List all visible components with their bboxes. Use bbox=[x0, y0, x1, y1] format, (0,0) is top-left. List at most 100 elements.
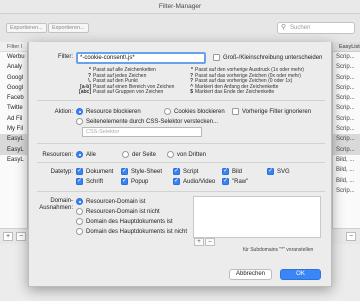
case-sensitive-label: Groß-/Kleinschreibung unterscheiden bbox=[223, 54, 323, 61]
filter-list-row[interactable]: My Fil bbox=[0, 124, 27, 134]
rule-list-row[interactable]: Scrip... bbox=[333, 52, 360, 62]
domain-option-radio[interactable]: Domain des Hauptdokuments ist nicht bbox=[76, 228, 187, 235]
domain-option-radio[interactable]: Resourcen-Domain ist bbox=[76, 198, 145, 205]
filter-list-panel: Filter l Werbu Analy Googl Googl Faceb Twitte… bbox=[0, 42, 28, 234]
domain-label-line2: Ausnahmen: bbox=[39, 205, 73, 211]
rule-list-row[interactable]: Bild, ... bbox=[333, 155, 360, 165]
case-sensitive-checkbox[interactable]: Groß-/Kleinschreibung unterscheiden bbox=[213, 54, 322, 61]
remove-domain-button[interactable]: – bbox=[205, 238, 215, 246]
rule-list-row[interactable]: Scrip... bbox=[333, 124, 360, 134]
datatype-checkbox[interactable]: ✓ Audio/Video bbox=[173, 178, 215, 185]
rule-list-row[interactable]: Scrip... bbox=[333, 62, 360, 72]
rule-list-row[interactable]: Scrip... bbox=[333, 93, 360, 103]
checkbox-box bbox=[232, 108, 239, 115]
radio-dot bbox=[76, 108, 83, 115]
datatype-label: Schrift bbox=[86, 178, 104, 185]
filter-list-row[interactable]: Googl bbox=[0, 73, 27, 83]
datatype-checkbox[interactable]: ✓ SVG bbox=[267, 168, 290, 175]
action-label: Aktion: bbox=[54, 109, 73, 115]
rule-list-header: EasyList bbox=[333, 42, 360, 52]
domain-option-radio[interactable]: Domain des Hauptdokuments ist bbox=[76, 218, 173, 225]
rule-list-row[interactable]: Bild, ... bbox=[333, 176, 360, 186]
css-selector-input[interactable]: CSS-Selektor bbox=[82, 127, 202, 137]
magnifier-icon: ⚲ bbox=[281, 24, 287, 31]
remove-filter-button[interactable]: − bbox=[16, 232, 26, 241]
add-filter-button[interactable]: + bbox=[3, 232, 13, 241]
resources-third-party-radio[interactable]: von Dritten bbox=[167, 151, 206, 158]
export-button[interactable]: Exportieren... bbox=[48, 23, 89, 33]
filter-list-row[interactable]: EasyL bbox=[0, 155, 27, 165]
search-input[interactable]: ⚲ Suchen bbox=[277, 22, 355, 34]
resources-same-site-radio[interactable]: der Seite bbox=[122, 151, 156, 158]
domain-list[interactable] bbox=[193, 196, 321, 238]
divider bbox=[37, 162, 325, 163]
filter-list-row[interactable]: EasyL bbox=[0, 144, 27, 155]
filter-list-row[interactable]: Faceb bbox=[0, 93, 27, 103]
datatype-checkbox[interactable]: ✓ Popup bbox=[121, 178, 148, 185]
checkmark-icon: ✓ bbox=[173, 168, 180, 175]
toolbar: Exportieren... Exportieren... ⚲ Suchen bbox=[0, 14, 360, 42]
filter-list-row[interactable]: Googl bbox=[0, 83, 27, 93]
action-hide-elements-radio[interactable]: Seitenelemente durch CSS-Selektor verste… bbox=[76, 118, 218, 125]
help-text: Passt auf Gruppen von Zeichen bbox=[93, 89, 164, 96]
cancel-button[interactable]: Abbrechen bbox=[229, 269, 272, 280]
radio-dot bbox=[122, 151, 129, 158]
resources-all-radio[interactable]: Alle bbox=[76, 151, 96, 158]
divider bbox=[37, 143, 325, 144]
datatype-checkbox[interactable]: ✓ Schrift bbox=[76, 178, 103, 185]
remove-rule-button[interactable]: − bbox=[346, 232, 356, 241]
checkmark-icon: ✓ bbox=[222, 178, 229, 185]
domain-option-label: Domain des Hauptdokuments ist nicht bbox=[86, 228, 188, 235]
checkmark-icon: ✓ bbox=[173, 178, 180, 185]
filter-label: Filter: bbox=[58, 54, 73, 60]
filter-edit-sheet: Filter: *-cookie-consent\.js* Groß-/Klei… bbox=[28, 42, 332, 287]
datatype-checkbox[interactable]: ✓ Bild bbox=[222, 168, 242, 175]
divider bbox=[37, 191, 325, 192]
datatype-checkbox[interactable]: ✓ "Raw" bbox=[222, 178, 248, 185]
filter-list-row[interactable]: Ad Fil bbox=[0, 114, 27, 124]
filter-pattern-input[interactable]: *-cookie-consent\.js* bbox=[76, 52, 206, 64]
filter-list-row[interactable]: Twitte bbox=[0, 103, 27, 113]
subdomain-hint: für Subdomains "*" voranstellen bbox=[243, 247, 314, 253]
domain-option-label: Domain des Hauptdokuments ist bbox=[86, 218, 173, 225]
rule-list-row[interactable]: Scrip... bbox=[333, 114, 360, 124]
rule-list-panel: EasyList Scrip... Scrip... Scrip... Scrip..… bbox=[332, 42, 360, 234]
radio-dot bbox=[164, 108, 171, 115]
ignore-previous-filters-checkbox[interactable]: Vorherige Filter ignorieren bbox=[232, 108, 311, 115]
search-placeholder: Suchen bbox=[290, 25, 311, 31]
help-symbol: [abc] bbox=[79, 89, 91, 96]
radio-dot bbox=[76, 198, 83, 205]
radio-dot bbox=[76, 151, 83, 158]
action-block-cookies-radio[interactable]: Cookies blockieren bbox=[164, 108, 225, 115]
filter-list-row[interactable]: Analy bbox=[0, 62, 27, 72]
rule-list-row[interactable]: Scrip... bbox=[333, 144, 360, 155]
block-cookies-label: Cookies blockieren bbox=[174, 108, 225, 115]
rule-list-row[interactable]: Scrip... bbox=[333, 103, 360, 113]
radio-dot bbox=[167, 151, 174, 158]
checkmark-icon: ✓ bbox=[76, 178, 83, 185]
checkmark-icon: ✓ bbox=[121, 178, 128, 185]
ignore-previous-label: Vorherige Filter ignorieren bbox=[242, 108, 312, 115]
resources-third-party-label: von Dritten bbox=[177, 151, 207, 158]
action-block-resource-radio[interactable]: Resource blockieren bbox=[76, 108, 141, 115]
rule-list-row[interactable]: Scrip... bbox=[333, 73, 360, 83]
filter-list-row[interactable]: EasyL bbox=[0, 134, 27, 145]
radio-dot bbox=[76, 228, 83, 235]
datatype-checkbox[interactable]: ✓ Dokument bbox=[76, 168, 113, 175]
hide-elements-label: Seitenelemente durch CSS-Selektor verste… bbox=[86, 118, 219, 125]
domain-option-radio[interactable]: Resourcen-Domain ist nicht bbox=[76, 208, 160, 215]
resources-all-label: Alle bbox=[86, 151, 97, 158]
rule-list-row[interactable]: Scrip... bbox=[333, 186, 360, 196]
ok-button[interactable]: OK bbox=[280, 269, 321, 280]
rule-list-row[interactable]: Scrip... bbox=[333, 83, 360, 93]
filter-list-row[interactable]: Werbu bbox=[0, 52, 27, 62]
help-text: Markiert das Ende der Zeichenkette bbox=[195, 89, 275, 96]
checkmark-icon: ✓ bbox=[76, 168, 83, 175]
import-button[interactable]: Exportieren... bbox=[6, 23, 47, 33]
datatype-checkbox[interactable]: ✓ Script bbox=[173, 168, 198, 175]
datatype-checkbox[interactable]: ✓ Style-Sheet bbox=[121, 168, 162, 175]
rule-list-row[interactable]: Scrip... bbox=[333, 134, 360, 145]
datatype-label: Popup bbox=[131, 178, 149, 185]
rule-list-row[interactable]: Bild, ... bbox=[333, 165, 360, 175]
add-domain-button[interactable]: + bbox=[194, 238, 204, 246]
